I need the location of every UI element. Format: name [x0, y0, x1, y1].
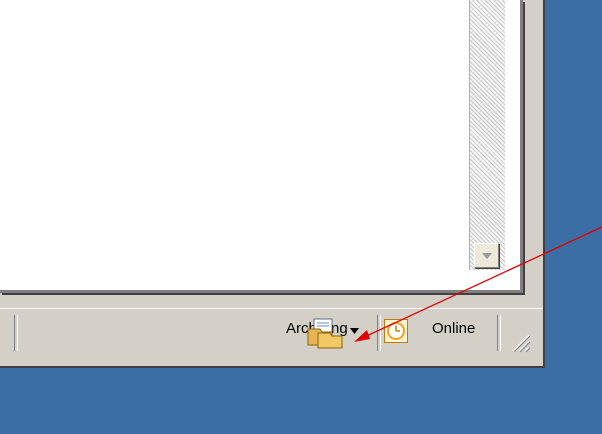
status-divider — [377, 315, 381, 351]
status-divider — [14, 315, 18, 351]
content-pane[interactable] — [0, 0, 523, 293]
status-divider — [497, 315, 501, 351]
resize-grip-icon[interactable] — [509, 333, 531, 353]
online-status-label: Online — [432, 320, 476, 337]
status-bar: Archiving Online — [0, 308, 543, 359]
clock-icon[interactable] — [384, 319, 408, 343]
vertical-scrollbar[interactable] — [469, 0, 505, 270]
archive-folders-icon — [307, 318, 343, 349]
archiving-dropdown-button[interactable] — [306, 315, 374, 351]
dropdown-arrow-icon — [350, 328, 359, 334]
scroll-down-arrow-icon — [481, 252, 492, 259]
scroll-down-button[interactable] — [474, 243, 499, 268]
application-window: Archiving Online — [0, 0, 545, 368]
